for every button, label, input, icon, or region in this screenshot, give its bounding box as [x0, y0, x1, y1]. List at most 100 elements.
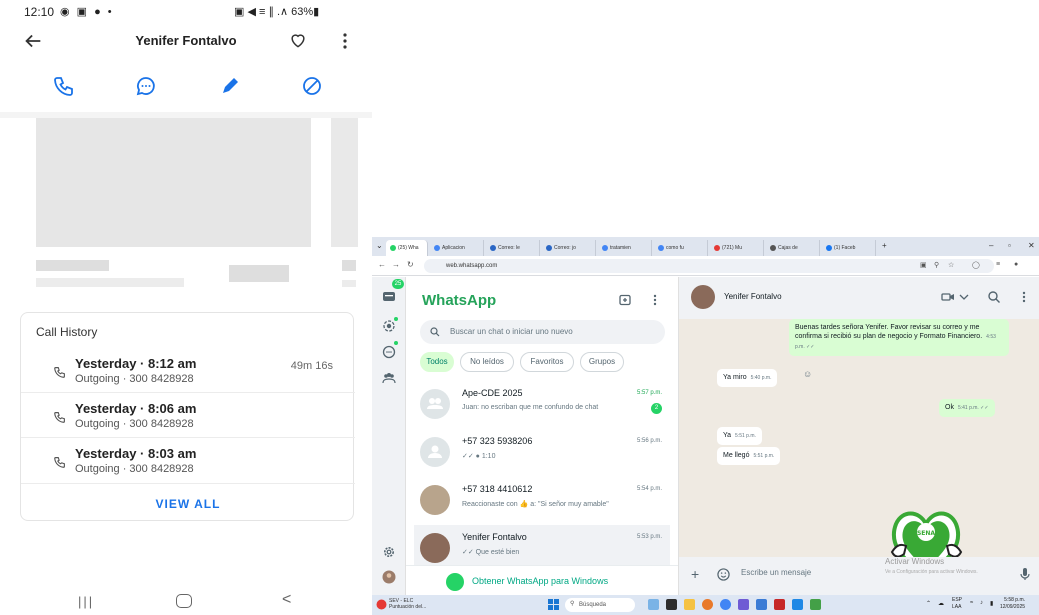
search-icon	[430, 327, 440, 337]
block-icon[interactable]	[300, 74, 324, 98]
home-button[interactable]	[176, 594, 192, 608]
task-view-icon[interactable]	[666, 599, 677, 610]
chrome-icon[interactable]	[720, 599, 731, 610]
get-windows-app-banner[interactable]: Obtener WhatsApp para Windows	[406, 565, 678, 595]
reload-icon[interactable]: ↻	[407, 260, 414, 269]
tab-search-icon[interactable]: ⌄	[376, 241, 383, 250]
redacted-bar	[36, 260, 109, 271]
tab-aplicacion[interactable]: Aplicacion	[430, 240, 484, 256]
teams-icon[interactable]	[738, 599, 749, 610]
channels-icon[interactable]	[382, 345, 396, 359]
chat-item[interactable]: +57 323 5938206 5:56 p.m. ✓✓ ● 1:10	[414, 429, 670, 477]
call-detail: Outgoing · 300 8428928	[75, 373, 194, 385]
tab-youtube[interactable]: (721) Mu	[710, 240, 764, 256]
windows-taskbar: SEV - ELC Puntuación del... Búsqueda ⚲ ⌃ …	[372, 595, 1039, 615]
volume-icon[interactable]: ♪	[980, 600, 983, 606]
chat-item[interactable]: +57 318 4410612 5:54 p.m. Reaccionaste c…	[414, 477, 670, 525]
attach-plus-icon[interactable]: +	[691, 566, 699, 582]
tab-correo-2[interactable]: Correo: jo	[542, 240, 596, 256]
tab-cajas[interactable]: Cajas de	[766, 240, 820, 256]
status-icon[interactable]	[382, 319, 396, 333]
phone-call-icon[interactable]	[52, 74, 76, 98]
tab-correo-1[interactable]: Correo: le	[486, 240, 540, 256]
new-chat-icon[interactable]	[618, 293, 632, 307]
extensions-icon[interactable]: ◯	[972, 261, 980, 269]
url-input[interactable]: web.whatsapp.com	[424, 259, 994, 273]
message-icon[interactable]	[134, 74, 158, 98]
chat-time: 5:53 p.m.	[636, 534, 662, 540]
view-all-button[interactable]: VIEW ALL	[21, 497, 355, 511]
taskbar-app-icon[interactable]	[648, 599, 659, 610]
screen-cast-icon[interactable]: ▣	[920, 261, 927, 269]
recent-apps-button[interactable]: |||	[78, 594, 94, 609]
tab-google-1[interactable]: tratamien	[598, 240, 652, 256]
message-text: Me llegó	[723, 452, 750, 459]
language-layout: LAA	[952, 604, 962, 610]
call-row[interactable]: Yesterday · 8:06 am Outgoing · 300 84289…	[21, 396, 355, 440]
tray-app-icon[interactable]: ☁	[938, 600, 944, 607]
redacted-bar	[229, 265, 289, 282]
search-input[interactable]: Buscar un chat o iniciar uno nuevo	[420, 320, 665, 344]
chat-preview: ✓✓ Que esté bien	[462, 549, 520, 556]
chat-name: +57 323 5938206	[462, 436, 533, 446]
person-icon	[428, 445, 442, 458]
contact-actions	[0, 70, 372, 104]
restore-icon[interactable]: ▫	[1008, 241, 1011, 250]
wifi-icon[interactable]: ≈	[970, 600, 973, 606]
emoji-icon[interactable]	[717, 568, 730, 581]
filter-groups[interactable]: Grupos	[580, 352, 624, 372]
conversation-header[interactable]: Yenifer Fontalvo	[679, 277, 1039, 319]
forward-icon[interactable]: →	[392, 260, 400, 269]
close-window-icon[interactable]: ✕	[1028, 241, 1035, 250]
outlook-icon[interactable]	[792, 599, 803, 610]
taskbar-clock[interactable]: 5:58 p.m. 12/09/2025	[1000, 597, 1025, 611]
language-indicator[interactable]: ESP LAA	[952, 597, 962, 611]
excel-icon[interactable]	[810, 599, 821, 610]
search-icon[interactable]	[987, 290, 1001, 304]
profile-icon[interactable]: ●	[1014, 261, 1018, 268]
store-icon[interactable]	[756, 599, 767, 610]
chevron-down-icon[interactable]	[957, 290, 971, 304]
settings-gear-icon[interactable]	[382, 545, 396, 559]
news-widget[interactable]: SEV - ELC Puntuación del...	[389, 598, 426, 610]
menu-more-icon[interactable]	[1017, 290, 1031, 304]
sidebar-icon[interactable]: ≡	[996, 261, 1000, 268]
file-explorer-icon[interactable]	[684, 599, 695, 610]
bookmark-star-icon[interactable]: ☆	[948, 261, 954, 269]
battery-icon[interactable]: ▮	[990, 600, 993, 607]
news-widget-icon[interactable]	[376, 599, 387, 610]
zoom-icon[interactable]: ⚲	[934, 261, 939, 269]
menu-more-icon[interactable]	[648, 293, 662, 307]
new-tab-button[interactable]: +	[882, 241, 887, 250]
call-row[interactable]: Yesterday · 8:12 am Outgoing · 300 84289…	[21, 351, 355, 395]
tab-facebook[interactable]: (1) Faceb	[822, 240, 876, 256]
minimize-icon[interactable]: –	[989, 241, 993, 250]
chats-icon[interactable]	[382, 289, 396, 303]
microphone-icon[interactable]	[1019, 567, 1031, 581]
video-call-icon[interactable]	[941, 290, 955, 304]
call-row[interactable]: Yesterday · 8:03 am Outgoing · 300 84289…	[21, 441, 355, 485]
message-input[interactable]: Escribe un mensaje	[741, 568, 811, 577]
tray-chevron-icon[interactable]: ⌃	[926, 600, 931, 607]
back-icon[interactable]: ←	[378, 260, 386, 269]
windows-start-icon[interactable]	[548, 599, 559, 610]
tab-whatsapp[interactable]: (25) Wha	[386, 240, 428, 256]
taskbar-search[interactable]: Búsqueda	[565, 598, 635, 612]
communities-icon[interactable]	[382, 371, 396, 385]
app-icon[interactable]	[774, 599, 785, 610]
favorite-heart-icon[interactable]	[288, 30, 308, 50]
more-options-icon[interactable]	[340, 30, 350, 52]
back-button[interactable]: <	[282, 591, 291, 609]
app-icon[interactable]	[702, 599, 713, 610]
filter-all[interactable]: Todos	[420, 352, 454, 372]
chat-item[interactable]: Ape-CDE 2025 5:57 p.m. Juan: no escriban…	[414, 381, 670, 429]
profile-avatar[interactable]	[382, 570, 396, 584]
call-history-title: Call History	[36, 325, 98, 339]
whatsapp-favicon-icon	[390, 244, 396, 251]
react-emoji-icon[interactable]: ☺	[803, 369, 812, 379]
tab-google-2[interactable]: como fu	[654, 240, 708, 256]
filter-favorites[interactable]: Favoritos	[520, 352, 574, 372]
contact-photo-placeholder	[36, 118, 311, 247]
filter-unread[interactable]: No leídos	[460, 352, 514, 372]
edit-pencil-icon[interactable]	[218, 74, 242, 98]
